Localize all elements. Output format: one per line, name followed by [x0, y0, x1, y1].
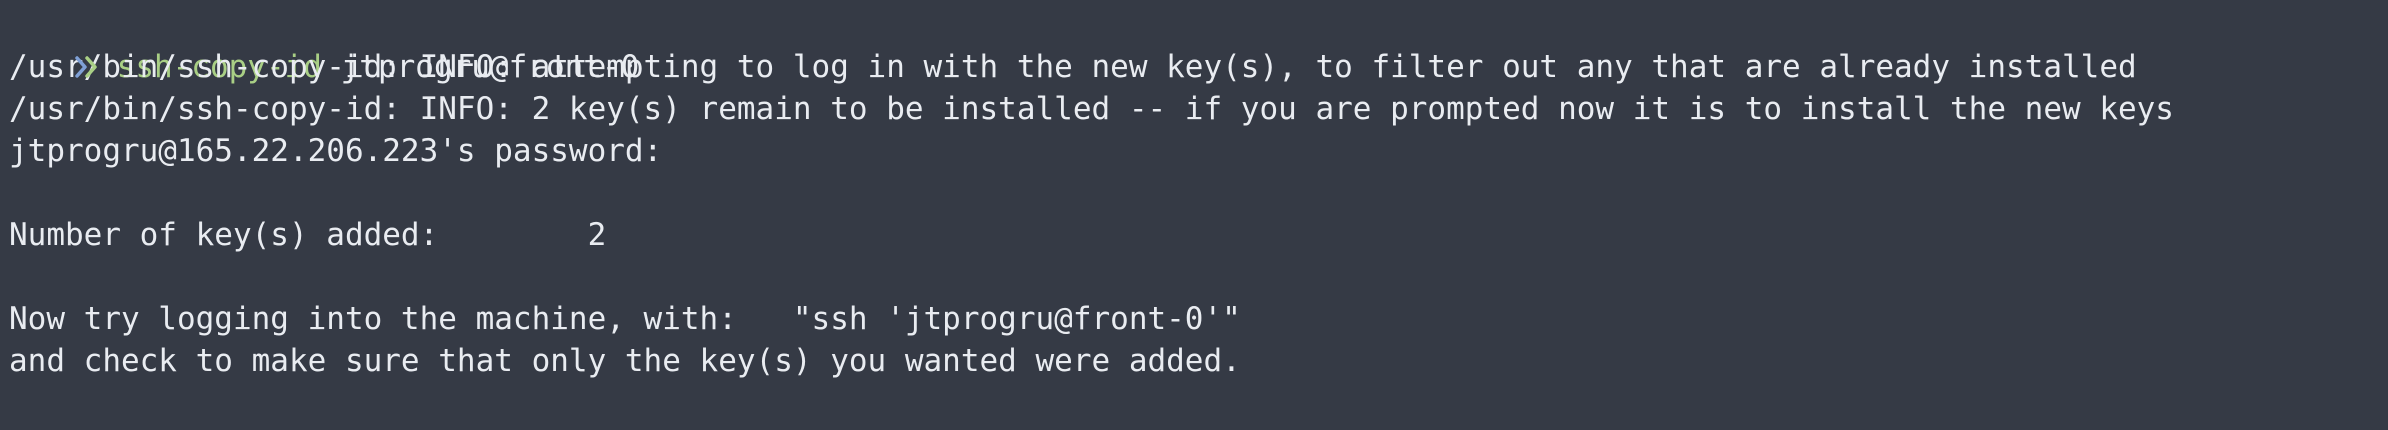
keys-added-line: Number of key(s) added: 2 — [9, 217, 607, 253]
output-line-info-1: /usr/bin/ssh-copy-id: INFO: attempting t… — [9, 49, 2137, 85]
check-keys-line: and check to make sure that only the key… — [9, 343, 1241, 379]
password-prompt-line: jtprogru@165.22.206.223's password: — [9, 133, 663, 169]
prompt-chevron-icon — [74, 46, 117, 88]
try-login-line: Now try logging into the machine, with: … — [9, 301, 1241, 337]
prompt-line: ssh-copy-id jtprogru@front-0 — [0, 4, 2388, 85]
output-line-info-2: /usr/bin/ssh-copy-id: INFO: 2 key(s) rem… — [9, 91, 2174, 127]
terminal-window[interactable]: ssh-copy-id jtprogru@front-0 /usr/bin/ss… — [0, 0, 2388, 430]
